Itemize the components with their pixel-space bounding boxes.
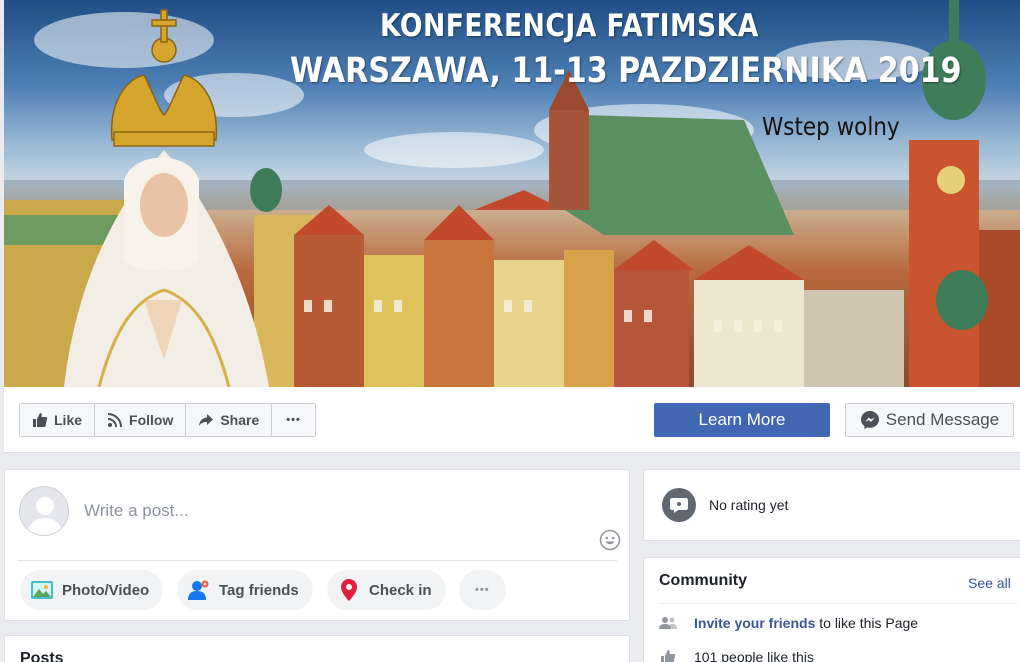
cover-note: Wstep wolny <box>762 112 900 141</box>
page-actions-group: Like Follow Share ••• <box>19 403 316 437</box>
rss-follow-icon <box>107 413 123 428</box>
photo-video-label: Photo/Video <box>62 581 150 599</box>
tag-friends-icon <box>188 580 209 600</box>
community-card: Community See all Invite your friends to… <box>643 557 1020 662</box>
cover-title: KONFERENCJA FATIMSKA <box>380 8 759 44</box>
tag-friends-button[interactable]: Tag friends <box>177 570 313 610</box>
photo-icon <box>31 581 53 599</box>
rating-card: No rating yet <box>643 469 1020 541</box>
emoji-icon[interactable] <box>599 529 621 551</box>
more-dots-icon: ••• <box>475 584 490 596</box>
learn-more-button[interactable]: Learn More <box>654 403 830 437</box>
more-dots-icon: ••• <box>286 414 301 426</box>
thumbs-up-icon <box>33 413 48 427</box>
composer-divider <box>17 560 617 561</box>
share-button[interactable]: Share <box>186 404 273 436</box>
like-label: Like <box>54 412 83 428</box>
posts-title: Posts <box>20 650 64 662</box>
rating-text: No rating yet <box>709 497 789 513</box>
posts-card: Posts <box>4 635 630 662</box>
page-likes-row: 101 people like this <box>659 649 814 662</box>
page-likes-text: 101 people like this <box>694 649 814 662</box>
community-divider <box>659 603 1019 604</box>
follow-label: Follow <box>129 412 174 428</box>
post-composer: Write a post... Photo/Video Tag friends … <box>4 469 630 621</box>
invite-friends-link[interactable]: Invite your friends <box>694 615 815 631</box>
review-bubble-icon <box>662 488 696 522</box>
messenger-icon <box>860 411 879 429</box>
default-avatar-icon <box>27 497 63 535</box>
tag-friends-label: Tag friends <box>219 581 299 599</box>
thumbs-up-icon <box>661 650 676 662</box>
invite-friends-text: to like this Page <box>815 615 919 631</box>
community-title: Community <box>659 572 747 589</box>
invite-friends-row: Invite your friends to like this Page <box>659 615 918 631</box>
photo-video-button[interactable]: Photo/Video <box>20 570 164 610</box>
avatar <box>19 486 69 536</box>
like-button[interactable]: Like <box>20 404 96 436</box>
share-label: Share <box>220 412 260 428</box>
cover-photo[interactable]: KONFERENCJA FATIMSKA WARSZAWA, 11-13 PAZ… <box>4 0 1020 387</box>
check-in-label: Check in <box>369 581 432 599</box>
composer-more-button[interactable]: ••• <box>459 570 506 610</box>
write-post-input[interactable]: Write a post... <box>84 501 189 521</box>
check-in-button[interactable]: Check in <box>327 570 446 610</box>
follow-button[interactable]: Follow <box>95 404 187 436</box>
more-options-button[interactable]: ••• <box>272 404 315 436</box>
share-arrow-icon <box>199 414 214 426</box>
cover-subtitle: WARSZAWA, 11-13 PAZDZIERNIKA 2019 <box>290 51 962 91</box>
page-action-bar: Like Follow Share ••• Learn More Send Me… <box>4 387 1020 453</box>
see-all-link[interactable]: See all <box>968 575 1011 591</box>
send-message-button[interactable]: Send Message <box>845 403 1014 437</box>
people-icon <box>659 617 677 629</box>
location-pin-icon <box>341 579 357 601</box>
send-message-label: Send Message <box>885 410 1000 429</box>
